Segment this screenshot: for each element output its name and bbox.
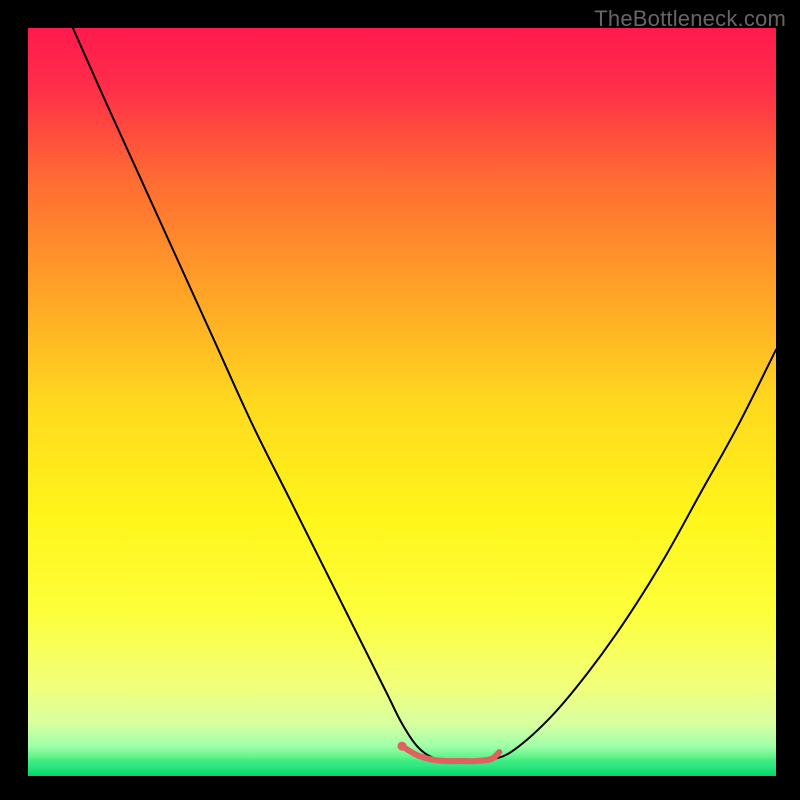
- watermark-text: TheBottleneck.com: [594, 6, 786, 32]
- optimal-start-dot: [398, 742, 407, 751]
- bottleneck-curve: [73, 28, 776, 761]
- chart-frame: TheBottleneck.com: [0, 0, 800, 800]
- curve-layer: [28, 28, 776, 776]
- plot-area: [28, 28, 776, 776]
- optimal-region: [402, 746, 499, 761]
